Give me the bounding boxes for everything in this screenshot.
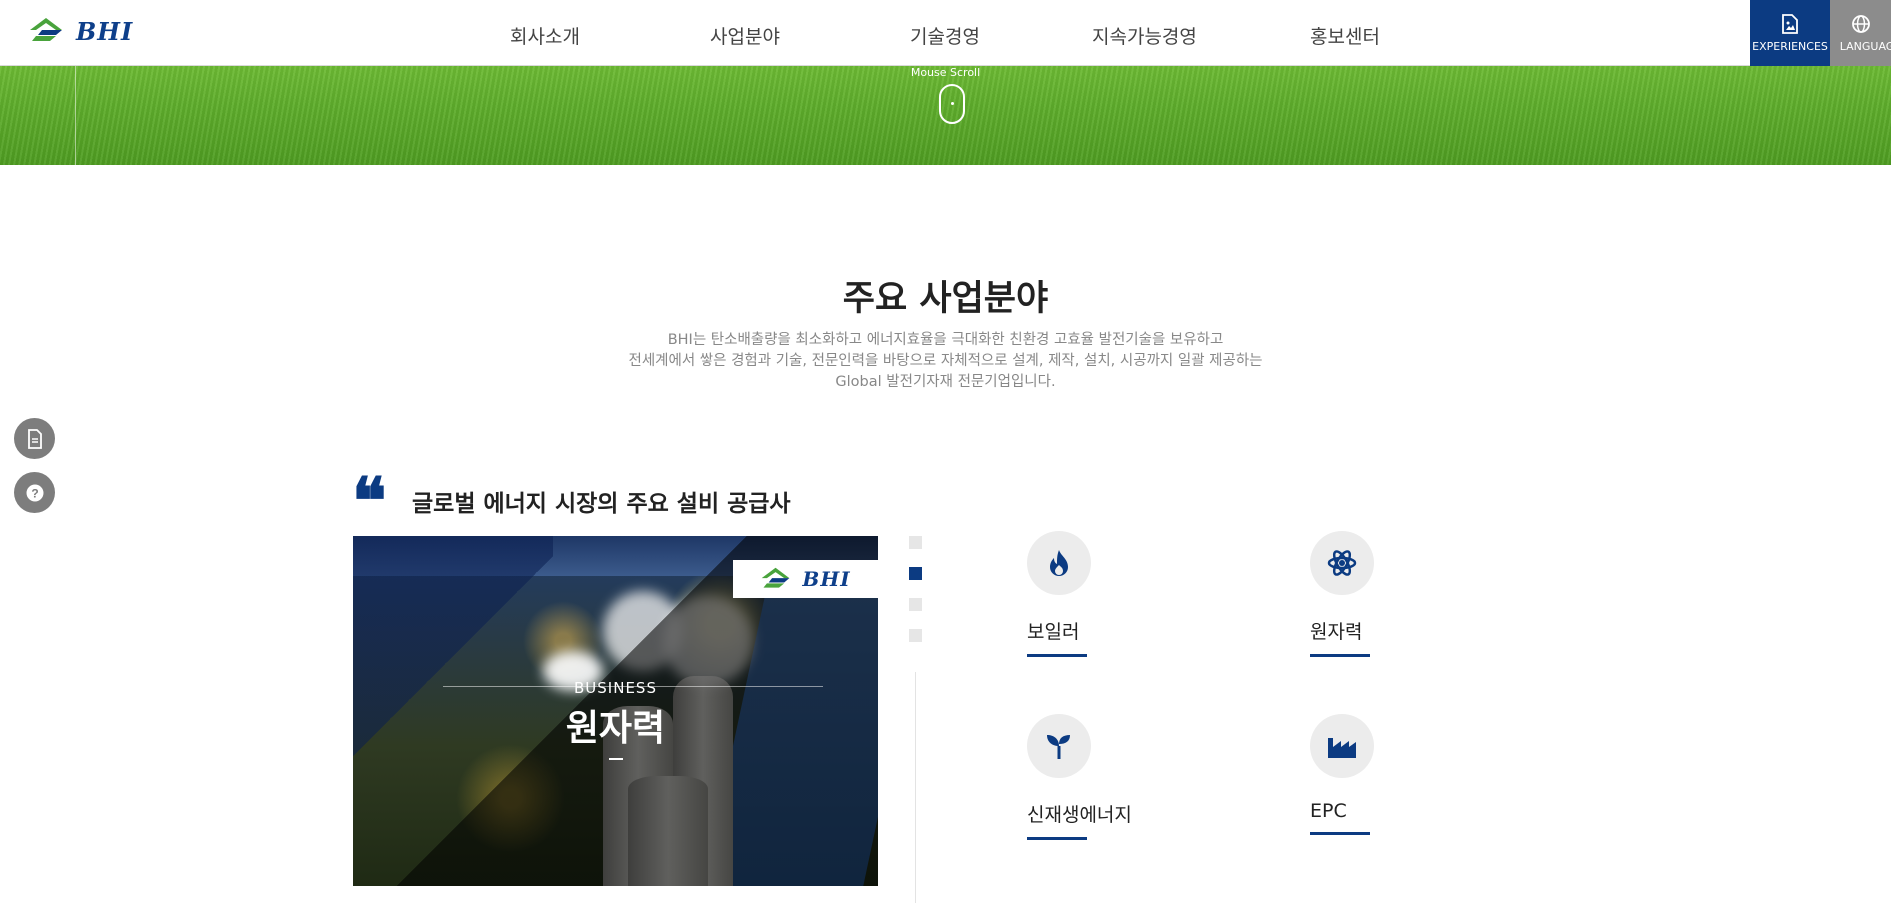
logo-mark-icon xyxy=(30,18,62,41)
image-file-icon xyxy=(1782,13,1798,34)
document-icon xyxy=(27,428,42,449)
section-title: 주요 사업분야 xyxy=(842,279,1049,319)
logo-text: BHI xyxy=(76,16,134,46)
sprout-icon xyxy=(1027,714,1091,778)
flame-icon xyxy=(1027,531,1091,595)
help-quick-button[interactable]: ? xyxy=(14,472,55,513)
help-icon: ? xyxy=(26,484,43,501)
feature-image[interactable]: BHI BUSINESS 원자력 xyxy=(353,536,878,886)
description-line: BHI는 탄소배출량을 최소화하고 에너지효율을 극대화한 친환경 고효율 발전… xyxy=(667,332,1224,348)
business-item-underline xyxy=(1310,832,1370,835)
pager-dot-1[interactable] xyxy=(909,536,922,549)
document-quick-button[interactable] xyxy=(14,418,55,459)
business-item-underline xyxy=(1027,654,1087,657)
mouse-scroll-dot xyxy=(951,102,954,105)
nav-item-technology[interactable]: 기술경영 xyxy=(910,22,980,49)
business-item-renewable[interactable]: 신재생에너지 xyxy=(1027,714,1167,840)
feature-kicker: BUSINESS xyxy=(574,679,657,697)
nav-item-company[interactable]: 회사소개 xyxy=(510,22,580,49)
language-button[interactable]: LANGUAGE xyxy=(1830,0,1891,66)
logo-mark-icon xyxy=(762,567,790,588)
quote-icon: ❝ xyxy=(352,464,387,539)
sub-title: 글로벌 에너지 시장의 주요 설비 공급사 xyxy=(412,491,791,517)
nav-item-business[interactable]: 사업분야 xyxy=(710,22,780,49)
nav-item-sustainability[interactable]: 지속가능경영 xyxy=(1092,22,1197,49)
svg-text:?: ? xyxy=(31,486,38,500)
experiences-label: EXPERIENCES xyxy=(1752,39,1828,53)
nav-item-pr-center[interactable]: 홍보센터 xyxy=(1310,22,1380,49)
feature-logo-text: BHI xyxy=(802,567,851,591)
pager-dot-3[interactable] xyxy=(909,598,922,611)
site-header: BHI 회사소개 사업분야 기술경영 지속가능경영 홍보센터 EXPERIENC… xyxy=(0,0,1891,66)
feature-title: 원자력 xyxy=(565,708,666,749)
business-item-label: 원자력 xyxy=(1310,621,1363,643)
hero-banner: Mouse Scroll xyxy=(0,66,1891,165)
business-item-underline xyxy=(1310,654,1370,657)
business-item-label: 신재생에너지 xyxy=(1027,804,1132,826)
factory-icon xyxy=(1310,714,1374,778)
feature-logo-badge: BHI xyxy=(733,560,878,598)
pager-dot-2[interactable] xyxy=(909,567,922,580)
business-item-boiler[interactable]: 보일러 xyxy=(1027,531,1167,657)
description-line: 전세계에서 쌓은 경험과 기술, 전문인력을 바탕으로 자체적으로 설계, 제작… xyxy=(628,353,1263,369)
globe-icon xyxy=(1851,14,1870,33)
description-line: Global 발전기자재 전문기업입니다. xyxy=(835,374,1056,390)
business-item-label: 보일러 xyxy=(1027,621,1080,643)
pager-dot-4[interactable] xyxy=(909,629,922,642)
business-item-label: EPC xyxy=(1310,800,1347,822)
feature-dash xyxy=(609,758,623,760)
business-item-underline xyxy=(1027,837,1087,840)
business-item-nuclear[interactable]: 원자력 xyxy=(1310,531,1450,657)
section-description: BHI는 탄소배출량을 최소화하고 에너지효율을 극대화한 친환경 고효율 발전… xyxy=(0,330,1891,393)
hero-divider xyxy=(75,66,76,165)
mouse-scroll-label: Mouse Scroll xyxy=(910,66,981,79)
logo[interactable]: BHI xyxy=(28,16,133,46)
pager-divider xyxy=(915,672,916,903)
business-item-epc[interactable]: EPC xyxy=(1310,714,1450,835)
atom-icon xyxy=(1310,531,1374,595)
mouse-scroll-icon[interactable] xyxy=(939,84,965,124)
experiences-button[interactable]: EXPERIENCES xyxy=(1750,0,1830,66)
language-label: LANGUAGE xyxy=(1839,39,1891,53)
